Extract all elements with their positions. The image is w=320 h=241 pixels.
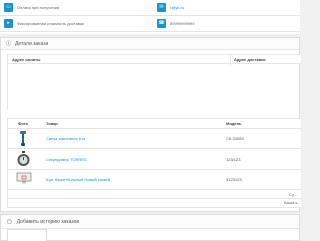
email-line: ✉ r@yk.ru xyxy=(157,2,184,12)
panel-title: Детали заказа xyxy=(15,40,49,47)
divider xyxy=(0,15,300,16)
product-name[interactable]: Щит баскетбольный Новый хоккей xyxy=(46,177,110,182)
address-table-header: Адрес оплаты Адрес доставки xyxy=(7,54,301,65)
history-title: Добавить историю заказов xyxy=(16,218,80,225)
product-name[interactable]: Свеча зажигания 6 кг xyxy=(46,136,85,141)
order-info-strip: ▭ Оплата при получении ▸ Фиксированная с… xyxy=(0,0,300,34)
customer-phone: 89999999999 xyxy=(170,20,195,26)
column-header-model: Модель xyxy=(226,121,242,126)
product-model: 123/123 xyxy=(226,157,241,162)
shipping-method-line: ▸ Фиксированная стоимость доставки xyxy=(4,18,84,28)
info-circle-icon: ⓘ xyxy=(6,41,12,47)
candle-icon xyxy=(20,131,26,146)
stopwatch-icon xyxy=(17,151,30,166)
customer-email[interactable]: r@yk.ru xyxy=(170,5,184,10)
envelope-icon: ✉ xyxy=(157,2,166,12)
history-tab[interactable] xyxy=(7,229,47,241)
divider xyxy=(8,169,302,170)
divider xyxy=(0,31,300,32)
divider xyxy=(8,128,302,129)
payment-method: Оплата при получении xyxy=(17,4,60,10)
order-history-panel: ▢ Добавить историю заказов xyxy=(0,214,300,241)
phone-icon: ☎ xyxy=(157,18,166,28)
divider xyxy=(8,198,302,199)
column-header-product: Товар xyxy=(46,121,58,126)
shipping-address-label: Адрес доставки xyxy=(234,57,266,62)
product-model: 3123123 xyxy=(226,177,242,182)
truck-icon: ▸ xyxy=(4,18,13,28)
product-name[interactable]: Секундомер TORRES xyxy=(46,157,87,162)
panel-heading: ▢ Добавить историю заказов xyxy=(1,215,299,229)
basketball-board-icon xyxy=(16,172,32,185)
subtotal-label: Су... xyxy=(289,192,297,197)
credit-card-icon: ▭ xyxy=(4,2,13,12)
payment-method-line: ▭ Оплата при получении xyxy=(4,2,59,12)
order-details-panel: ⓘ Детали заказа Адрес оплаты Адрес доста… xyxy=(0,37,302,212)
shipping-method: Фиксированная стоимость доставки xyxy=(17,20,84,26)
divider xyxy=(8,148,302,149)
comment-icon: ▢ xyxy=(7,218,12,225)
product-model: СК-33083 xyxy=(226,136,244,141)
panel-heading: ⓘ Детали заказа xyxy=(1,38,299,50)
divider xyxy=(8,189,302,190)
column-header-photo: Фото xyxy=(18,121,29,126)
address-table-body xyxy=(7,64,301,109)
payment-address-label: Адрес оплаты xyxy=(12,57,41,62)
products-table: Фото Товар Модель Свеча зажигания 6 кг С… xyxy=(7,118,302,208)
phone-line: ☎ 89999999999 xyxy=(157,18,194,28)
total-label: Ваша к... xyxy=(284,200,301,205)
